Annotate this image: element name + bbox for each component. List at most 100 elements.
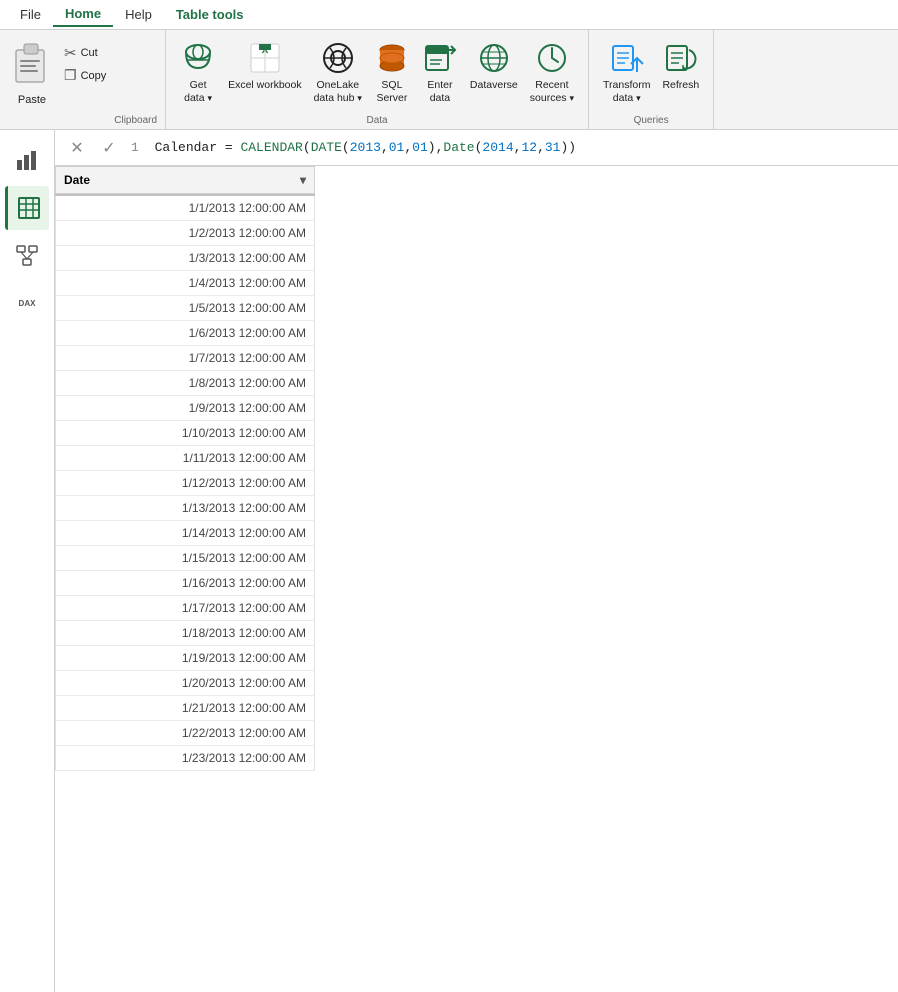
table-row[interactable]: 1/12/2013 12:00:00 AM: [55, 471, 315, 496]
menu-help[interactable]: Help: [113, 3, 164, 26]
paste-button[interactable]: Paste: [8, 36, 56, 110]
get-data-label: Getdata ▾: [184, 79, 212, 104]
menu-bar: File Home Help Table tools: [0, 0, 898, 30]
recent-sources-button[interactable]: Recentsources ▾: [524, 36, 580, 108]
formula-fn-calendar: CALENDAR: [240, 140, 302, 155]
table-row[interactable]: 1/18/2013 12:00:00 AM: [55, 621, 315, 646]
formula-confirm-button[interactable]: ✓: [95, 134, 123, 162]
get-data-button[interactable]: Getdata ▾: [174, 36, 222, 108]
table-wrapper: Date ▾ 1/1/2013 12:00:00 AM1/2/2013 12:0…: [55, 166, 315, 771]
table-row[interactable]: 1/7/2013 12:00:00 AM: [55, 346, 315, 371]
formula-cancel-button[interactable]: ✕: [63, 134, 91, 162]
formula-text: 1 Calendar = CALENDAR(DATE(2013,01,01),D…: [131, 140, 576, 155]
formula-fn-date1: DATE: [311, 140, 342, 155]
formula-bar: ✕ ✓ 1 Calendar = CALENDAR(DATE(2013,01,0…: [55, 130, 898, 166]
menu-home[interactable]: Home: [53, 2, 113, 27]
cut-button[interactable]: ✂ Cut: [60, 42, 110, 64]
refresh-button[interactable]: Refresh: [656, 36, 705, 96]
date-cell: 1/11/2013 12:00:00 AM: [55, 446, 315, 470]
cut-icon: ✂: [64, 44, 77, 62]
sidebar-report-view[interactable]: [5, 138, 49, 182]
cancel-icon: ✕: [70, 138, 83, 158]
table-row[interactable]: 1/5/2013 12:00:00 AM: [55, 296, 315, 321]
table-row[interactable]: 1/1/2013 12:00:00 AM: [55, 196, 315, 221]
date-column-header[interactable]: Date ▾: [55, 166, 315, 194]
date-cell: 1/16/2013 12:00:00 AM: [55, 571, 315, 595]
content-area: ✕ ✓ 1 Calendar = CALENDAR(DATE(2013,01,0…: [55, 130, 898, 992]
ribbon-group-data: Getdata ▾ X Excel workbook: [166, 30, 589, 129]
table-row[interactable]: 1/13/2013 12:00:00 AM: [55, 496, 315, 521]
sidebar-table-view[interactable]: [5, 186, 49, 230]
transform-data-button[interactable]: Transformdata ▾: [597, 36, 656, 108]
table-row[interactable]: 1/20/2013 12:00:00 AM: [55, 671, 315, 696]
date-cell: 1/5/2013 12:00:00 AM: [55, 296, 315, 320]
menu-table-tools[interactable]: Table tools: [164, 3, 256, 26]
date-cell: 1/15/2013 12:00:00 AM: [55, 546, 315, 570]
date-cell: 1/8/2013 12:00:00 AM: [55, 371, 315, 395]
formula-controls: ✕ ✓: [63, 134, 123, 162]
onelake-label: OneLakedata hub ▾: [314, 79, 362, 104]
table-row[interactable]: 1/8/2013 12:00:00 AM: [55, 371, 315, 396]
cut-label: Cut: [81, 47, 98, 59]
sidebar-model-view[interactable]: [5, 234, 49, 278]
table-rows: 1/1/2013 12:00:00 AM1/2/2013 12:00:00 AM…: [55, 196, 315, 771]
date-cell: 1/18/2013 12:00:00 AM: [55, 621, 315, 645]
transform-data-label: Transformdata ▾: [603, 79, 650, 104]
excel-workbook-button[interactable]: X Excel workbook: [222, 36, 308, 96]
date-cell: 1/13/2013 12:00:00 AM: [55, 496, 315, 520]
table-row[interactable]: 1/2/2013 12:00:00 AM: [55, 221, 315, 246]
sidebar-dax-view[interactable]: DAX: [5, 282, 49, 326]
enter-data-button[interactable]: Enterdata: [416, 36, 464, 108]
menu-file[interactable]: File: [8, 3, 53, 26]
clipboard-group-label: Clipboard: [114, 115, 157, 129]
table-row[interactable]: 1/19/2013 12:00:00 AM: [55, 646, 315, 671]
table-row[interactable]: 1/11/2013 12:00:00 AM: [55, 446, 315, 471]
table-row[interactable]: 1/15/2013 12:00:00 AM: [55, 546, 315, 571]
table-row[interactable]: 1/14/2013 12:00:00 AM: [55, 521, 315, 546]
enter-data-icon: [422, 40, 458, 79]
onelake-button[interactable]: OneLakedata hub ▾: [308, 36, 368, 108]
date-cell: 1/9/2013 12:00:00 AM: [55, 396, 315, 420]
table-row[interactable]: 1/10/2013 12:00:00 AM: [55, 421, 315, 446]
recent-sources-label: Recentsources ▾: [530, 79, 574, 104]
formula-line-number: 1: [131, 140, 139, 155]
ribbon-group-queries: Transformdata ▾ Refresh Queries: [589, 30, 714, 129]
transform-data-icon: [609, 40, 645, 79]
sql-server-button[interactable]: SQLServer: [368, 36, 416, 108]
ribbon-group-clipboard: Paste ✂ Cut ❐ Copy Clipboard: [0, 30, 166, 129]
date-cell: 1/2/2013 12:00:00 AM: [55, 221, 315, 245]
date-cell: 1/23/2013 12:00:00 AM: [55, 746, 315, 770]
column-header-row: Date ▾: [55, 166, 315, 196]
table-row[interactable]: 1/22/2013 12:00:00 AM: [55, 721, 315, 746]
data-group-label: Data: [174, 115, 580, 129]
date-cell: 1/19/2013 12:00:00 AM: [55, 646, 315, 670]
dax-icon: DAX: [19, 300, 36, 308]
copy-button[interactable]: ❐ Copy: [60, 65, 110, 86]
table-area[interactable]: Date ▾ 1/1/2013 12:00:00 AM1/2/2013 12:0…: [55, 166, 898, 992]
table-row[interactable]: 1/21/2013 12:00:00 AM: [55, 696, 315, 721]
queries-group-label: Queries: [597, 115, 705, 129]
paste-label: Paste: [18, 94, 46, 106]
formula-fn-date2: Date: [443, 140, 474, 155]
date-filter-icon[interactable]: ▾: [300, 173, 306, 187]
sidebar: DAX: [0, 130, 55, 992]
copy-label: Copy: [81, 70, 107, 82]
table-row[interactable]: 1/9/2013 12:00:00 AM: [55, 396, 315, 421]
date-cell: 1/20/2013 12:00:00 AM: [55, 671, 315, 695]
table-row[interactable]: 1/16/2013 12:00:00 AM: [55, 571, 315, 596]
dataverse-icon: [476, 40, 512, 79]
cut-copy-group: ✂ Cut ❐ Copy: [60, 36, 110, 86]
table-row[interactable]: 1/4/2013 12:00:00 AM: [55, 271, 315, 296]
date-column-label: Date: [64, 173, 90, 187]
formula-var-name: Calendar: [155, 140, 217, 155]
date-cell: 1/22/2013 12:00:00 AM: [55, 721, 315, 745]
refresh-label: Refresh: [662, 79, 699, 92]
table-row[interactable]: 1/23/2013 12:00:00 AM: [55, 746, 315, 771]
table-row[interactable]: 1/3/2013 12:00:00 AM: [55, 246, 315, 271]
table-row[interactable]: 1/6/2013 12:00:00 AM: [55, 321, 315, 346]
table-row[interactable]: 1/17/2013 12:00:00 AM: [55, 596, 315, 621]
recent-sources-icon: [534, 40, 570, 79]
dataverse-button[interactable]: Dataverse: [464, 36, 524, 96]
date-cell: 1/12/2013 12:00:00 AM: [55, 471, 315, 495]
date-cell: 1/1/2013 12:00:00 AM: [55, 196, 315, 220]
